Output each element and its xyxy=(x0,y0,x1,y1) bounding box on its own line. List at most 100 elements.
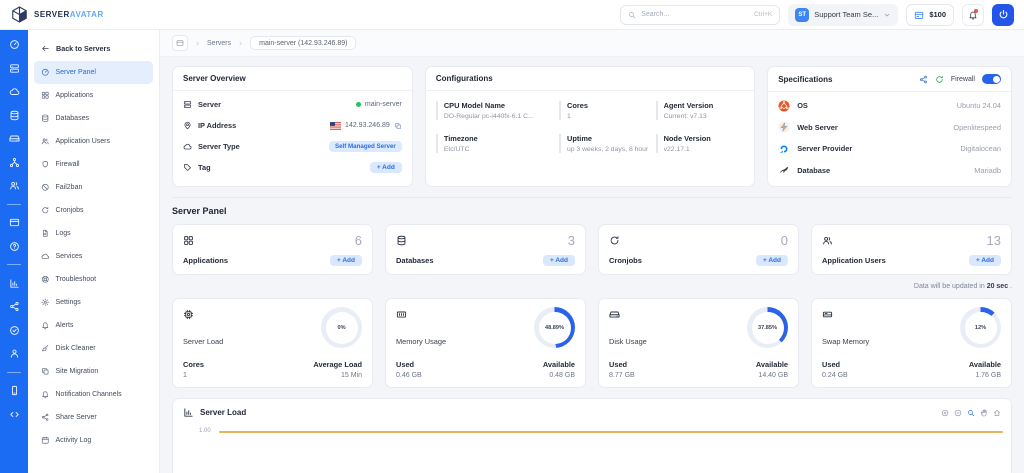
rail-network-button[interactable] xyxy=(9,157,20,168)
metric-left-label: Used xyxy=(609,360,635,369)
spec-label: Server Provider xyxy=(797,144,852,153)
sidebar-item-notification-channels[interactable]: Notification Channels xyxy=(34,383,153,406)
db-icon xyxy=(396,235,407,246)
rail-mobile-button[interactable] xyxy=(9,385,20,396)
wallet-button[interactable]: $100 xyxy=(906,4,954,26)
sidebar-item-applications[interactable]: Applications xyxy=(34,84,153,107)
notifications-button[interactable] xyxy=(962,4,984,26)
panel-card-cronjobs[interactable]: 0Cronjobs+ Add xyxy=(598,224,799,275)
rail-person-button[interactable] xyxy=(9,348,20,359)
overview-label: Tag xyxy=(198,163,211,172)
sidebar-item-disk-cleaner[interactable]: Disk Cleaner xyxy=(34,337,153,360)
sidebar-item-server-panel[interactable]: Server Panel xyxy=(34,61,153,84)
sidebar-item-services[interactable]: Services xyxy=(34,245,153,268)
broom-icon xyxy=(41,344,50,353)
brand-wordmark: SERVERAVATAR xyxy=(34,10,104,19)
sidebar-item-label: Databases xyxy=(56,115,89,122)
panel-card-databases[interactable]: 3Databases+ Add xyxy=(385,224,586,275)
refresh-button[interactable] xyxy=(935,75,944,84)
chart-zoom-select-button[interactable] xyxy=(967,409,975,417)
back-label: Back to Servers xyxy=(56,44,110,53)
rail-db-button[interactable] xyxy=(9,110,20,121)
rail-server-button[interactable] xyxy=(9,63,20,74)
server-icon xyxy=(9,63,20,74)
share-icon xyxy=(41,413,50,422)
server-panel-section: Server Panel 6Applications+ Add3Database… xyxy=(172,197,1012,388)
sidebar-item-activity-log[interactable]: Activity Log xyxy=(34,429,153,452)
sidebar-item-firewall[interactable]: Firewall xyxy=(34,153,153,176)
user-menu[interactable]: ST Support Team Se... xyxy=(788,4,898,26)
gear-icon xyxy=(41,298,50,307)
update-notice: Data will be updated in 20 sec . xyxy=(172,283,1012,290)
gauge-icon xyxy=(41,68,50,77)
bell-icon xyxy=(41,321,50,330)
rail-help-button[interactable] xyxy=(9,241,20,252)
sidebar-item-troubleshoot[interactable]: Troubleshoot xyxy=(34,268,153,291)
panel-card-applications[interactable]: 6Applications+ Add xyxy=(172,224,373,275)
add-applications-button[interactable]: + Add xyxy=(330,255,362,266)
rail-gauge-button[interactable] xyxy=(9,39,20,50)
rail-divider xyxy=(7,204,21,205)
metric-label: Memory Usage xyxy=(396,337,446,346)
sidebar-item-site-migration[interactable]: Site Migration xyxy=(34,360,153,383)
update-notice-countdown: 20 sec xyxy=(987,283,1008,290)
panel-card-application-users[interactable]: 13Application Users+ Add xyxy=(811,224,1012,275)
configurations-grid: CPU Model NameDO-Regular pc-i440fx-6.1 C… xyxy=(426,91,754,163)
breadcrumb-home-button[interactable] xyxy=(172,35,188,51)
spec-value: Mariadb xyxy=(974,166,1001,175)
sidebar-item-settings[interactable]: Settings xyxy=(34,291,153,314)
share-server-button[interactable] xyxy=(919,75,928,84)
power-button[interactable] xyxy=(992,4,1014,26)
sidebar-item-fail2ban[interactable]: Fail2ban xyxy=(34,176,153,199)
rail-disk-button[interactable] xyxy=(9,133,20,144)
network-icon xyxy=(9,157,20,168)
rail-check-button[interactable] xyxy=(9,325,20,336)
cloud-icon xyxy=(9,86,20,97)
chart-reset-button[interactable] xyxy=(993,409,1001,417)
server-load-chart-card: Server Load 1.00 xyxy=(172,398,1012,473)
search-input[interactable]: Search... Ctrl+K xyxy=(620,5,780,25)
rail-cloud-button[interactable] xyxy=(9,86,20,97)
code-icon xyxy=(9,409,20,420)
metric-right-value: 15 Min xyxy=(313,372,362,379)
sidebar-item-label: Troubleshoot xyxy=(56,276,97,283)
users-icon xyxy=(41,137,50,146)
sidebar-item-label: Server Panel xyxy=(56,69,96,76)
back-to-servers[interactable]: Back to Servers xyxy=(34,37,153,59)
metric-label: Disk Usage xyxy=(609,337,647,346)
chart-pan-button[interactable] xyxy=(980,409,988,417)
rail-card-button[interactable] xyxy=(9,217,20,228)
add-cronjobs-button[interactable]: + Add xyxy=(756,255,788,266)
add-tag-button[interactable]: + Add xyxy=(370,162,402,173)
chart-zoom-in-button[interactable] xyxy=(941,409,949,417)
chart-zoom-out-button[interactable] xyxy=(954,409,962,417)
copy-ip-button[interactable] xyxy=(394,122,402,130)
update-notice-suffix: . xyxy=(1008,283,1012,290)
config-value: v22.17.1 xyxy=(664,146,745,153)
rail-users-button[interactable] xyxy=(9,180,20,191)
breadcrumb-current-server[interactable]: main-server (142.93.246.89) xyxy=(250,36,356,50)
apps-icon xyxy=(41,91,50,100)
sidebar-item-application-users[interactable]: Application Users xyxy=(34,130,153,153)
overview-label: Server Type xyxy=(198,142,240,151)
sidebar-item-cronjobs[interactable]: Cronjobs xyxy=(34,199,153,222)
panel-label: Applications xyxy=(183,256,228,265)
rail-chart-button[interactable] xyxy=(9,278,20,289)
metric-left-label: Cores xyxy=(183,360,204,369)
add-application-users-button[interactable]: + Add xyxy=(969,255,1001,266)
card-icon xyxy=(9,217,20,228)
location-pin-icon xyxy=(183,121,192,130)
firewall-toggle[interactable] xyxy=(982,74,1001,84)
sidebar-item-databases[interactable]: Databases xyxy=(34,107,153,130)
breadcrumb-servers[interactable]: Servers xyxy=(207,40,231,47)
rail-share-button[interactable] xyxy=(9,301,20,312)
mariadb-logo-icon xyxy=(778,164,790,176)
user-name: Support Team Se... xyxy=(814,10,878,19)
rail-code-button[interactable] xyxy=(9,409,20,420)
sidebar-item-logs[interactable]: Logs xyxy=(34,222,153,245)
brand[interactable]: SERVERAVATAR xyxy=(10,5,160,24)
sidebar-item-share-server[interactable]: Share Server xyxy=(34,406,153,429)
config-label: Uptime xyxy=(567,134,648,143)
sidebar-item-alerts[interactable]: Alerts xyxy=(34,314,153,337)
add-databases-button[interactable]: + Add xyxy=(543,255,575,266)
